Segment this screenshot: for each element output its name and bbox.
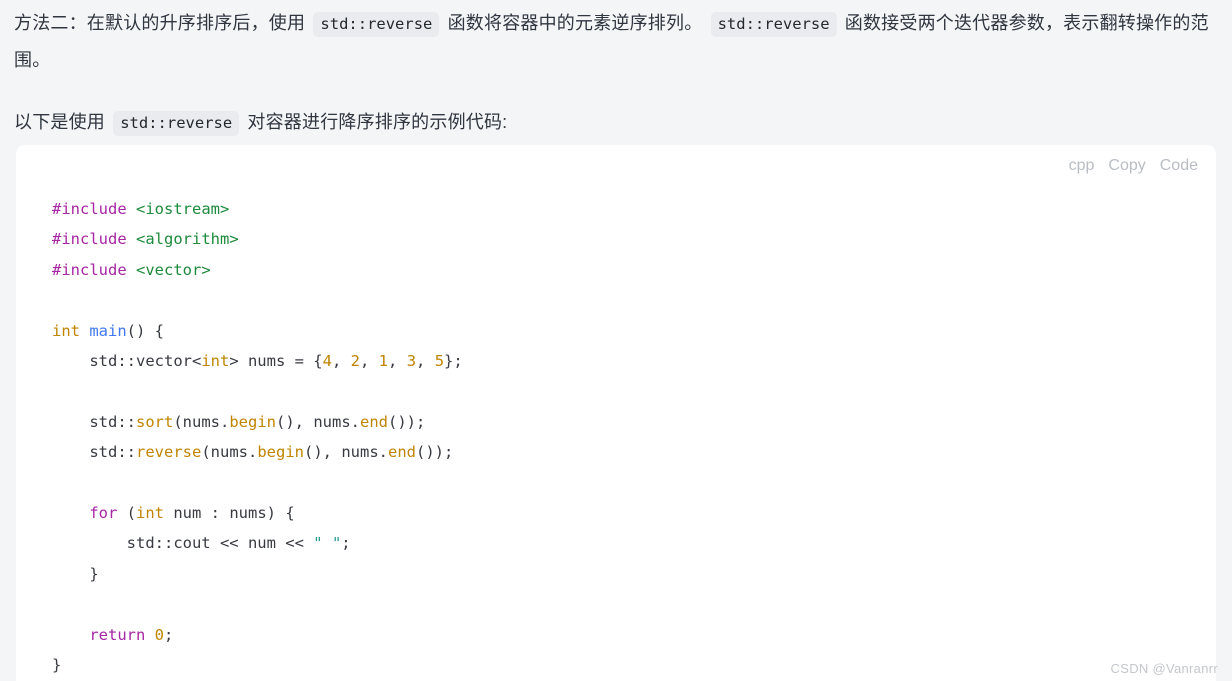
code-line: std::vector<int> nums = {4, 2, 1, 3, 5};: [52, 352, 463, 371]
code-language-label: cpp: [1068, 157, 1095, 174]
code-line: }: [52, 656, 62, 675]
csdn-watermark: CSDN @Vanranrr: [1110, 661, 1218, 676]
code-line: #include <vector>: [52, 260, 211, 279]
view-code-button[interactable]: Code: [1160, 157, 1198, 175]
code-block: cpp Copy Code #include <iostream> #includ…: [16, 145, 1216, 681]
code-line: return 0;: [89, 625, 174, 644]
paragraph-text: 方法二：在默认的升序排序后，使用: [14, 13, 311, 33]
code-line: }: [52, 564, 99, 583]
copy-code-button[interactable]: Copy: [1108, 157, 1145, 175]
code-line: #include <iostream>: [52, 200, 230, 218]
code-line: #include <algorithm>: [52, 230, 239, 249]
paragraph-method-two: 方法二：在默认的升序排序后，使用 std::reverse 函数将容器中的元素逆…: [0, 0, 1232, 78]
inline-code-chip: std::reverse: [313, 12, 440, 37]
paragraph-text: 对容器进行降序排序的示例代码:: [242, 112, 508, 132]
paragraph-text: 以下是使用: [14, 112, 111, 132]
inline-code-chip: std::reverse: [710, 12, 837, 37]
code-block-toolbar: cpp Copy Code: [1069, 157, 1198, 175]
code-line: std::sort(nums.begin(), nums.end());: [52, 412, 426, 431]
paragraph-text: 函数将容器中的元素逆序排列。: [442, 13, 708, 33]
inline-code-chip: std::reverse: [113, 111, 240, 136]
paragraph-example-intro: 以下是使用 std::reverse 对容器进行降序排序的示例代码:: [0, 78, 1232, 141]
article-body: 方法二：在默认的升序排序后，使用 std::reverse 函数将容器中的元素逆…: [0, 0, 1232, 681]
code-line: int main() {: [52, 321, 164, 340]
code-content[interactable]: #include <iostream> #include <algorithm> #…: [16, 194, 463, 681]
code-line: for (int num : nums) {: [89, 504, 295, 523]
code-line: std::cout << num << " ";: [52, 534, 351, 553]
code-line: std::reverse(nums.begin(), nums.end());: [52, 443, 454, 462]
